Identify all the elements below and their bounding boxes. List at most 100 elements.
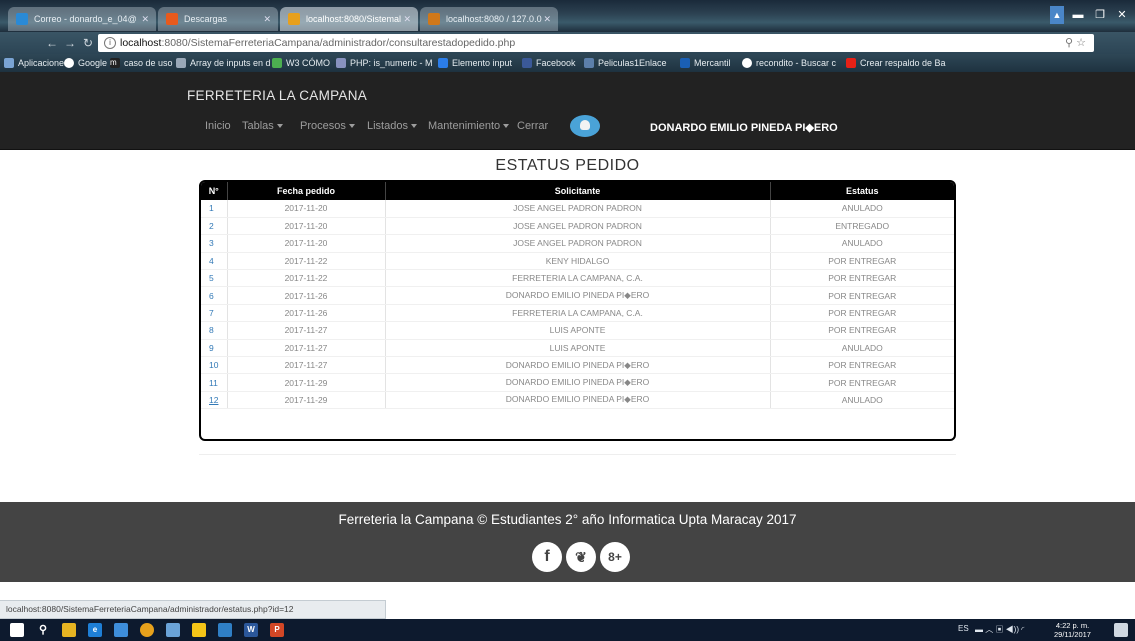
- minimize-button[interactable]: ▬: [1068, 6, 1088, 24]
- windows-start-icon[interactable]: [10, 623, 24, 637]
- caret-down-icon: [503, 124, 510, 129]
- menu-cerrar[interactable]: Cerrar: [517, 120, 548, 132]
- back-icon[interactable]: ←: [44, 35, 60, 51]
- estatus-cell: ANULADO: [769, 234, 954, 253]
- movie-icon: [584, 58, 594, 68]
- bookmark-aplicaciones[interactable]: Aplicaciones: [4, 57, 69, 69]
- menu-inicio[interactable]: Inicio: [205, 120, 231, 132]
- menu-tablas[interactable]: Tablas: [242, 120, 283, 132]
- page-favicon-icon: [288, 13, 300, 25]
- estatus-cell: ANULADO: [769, 391, 954, 410]
- bookmark-elemento-input[interactable]: Elemento input: [438, 57, 512, 69]
- column-header-solicitante: Solicitante: [384, 182, 770, 200]
- fecha-cell: 2017-11-27: [226, 356, 385, 375]
- bookmark-mercantil[interactable]: Mercantil: [680, 57, 731, 69]
- row-number-link[interactable]: 2: [209, 221, 214, 231]
- windows-taskbar: ⚲ e W P ES ▬ ︿ ▣ ◀)) ◜ 4:22 p. m. 29/11/…: [0, 619, 1135, 641]
- bookmark-google[interactable]: Google: [64, 57, 107, 69]
- window-icon[interactable]: [218, 623, 232, 637]
- powerpoint-icon[interactable]: P: [270, 623, 284, 637]
- browser-tab-phpmyadmin[interactable]: localhost:8080 / 127.0.0 ✕: [420, 7, 558, 31]
- bookmark-caso-de-uso[interactable]: m caso de uso: [110, 57, 173, 69]
- row-number-link[interactable]: 1: [209, 203, 214, 213]
- bookmark-crear-respaldo[interactable]: Crear respaldo de Ba: [846, 57, 946, 69]
- estatus-cell: POR ENTREGAR: [769, 286, 954, 305]
- bookmark-label: Crear respaldo de Ba: [860, 58, 946, 68]
- twitter-icon[interactable]: ❦: [566, 542, 596, 572]
- system-tray-icons[interactable]: ▬ ︿ ▣ ◀)) ◜: [975, 624, 1024, 635]
- browser-tab-descargas[interactable]: Descargas ✕: [158, 7, 278, 31]
- column-header-estatus: Estatus: [769, 182, 954, 200]
- user-profile-icon[interactable]: ▲: [1050, 6, 1064, 24]
- table-row: 10 2017-11-27 DONARDO EMILIO PINEDA PI◆ERO…: [201, 356, 954, 375]
- bookmark-facebook[interactable]: Facebook: [522, 57, 576, 69]
- table-row: 8 2017-11-27 LUIS APONTE POR ENTREGAR: [201, 321, 954, 340]
- facebook-icon[interactable]: f: [532, 542, 562, 572]
- row-number-link[interactable]: 3: [209, 238, 214, 248]
- menu-procesos[interactable]: Procesos: [300, 120, 355, 132]
- row-number-link[interactable]: 6: [209, 291, 214, 301]
- row-number-link[interactable]: 8: [209, 325, 214, 335]
- info-icon[interactable]: i: [104, 37, 116, 49]
- bookmark-peliculas[interactable]: Peliculas1Enlace: [584, 57, 667, 69]
- phpmyadmin-icon: [428, 13, 440, 25]
- row-number-link[interactable]: 10: [209, 360, 218, 370]
- store-icon[interactable]: [62, 623, 76, 637]
- reload-icon[interactable]: ↻: [80, 35, 96, 51]
- maximize-button[interactable]: ❐: [1090, 6, 1110, 24]
- browser-tab-correo[interactable]: Correo - donardo_e_04@ ✕: [8, 7, 156, 31]
- row-number-link[interactable]: 9: [209, 343, 214, 353]
- chrome-icon[interactable]: [140, 623, 154, 637]
- solicitante-cell: LUIS APONTE: [384, 339, 770, 358]
- edge-icon[interactable]: e: [88, 623, 102, 637]
- row-number-link[interactable]: 12: [209, 395, 218, 405]
- zoom-icon[interactable]: ⚲: [1065, 37, 1073, 49]
- clock-time: 4:22 p. m.: [1055, 621, 1090, 630]
- solicitante-cell: JOSE ANGEL PADRON PADRON: [384, 234, 770, 253]
- address-bar[interactable]: i localhost:8080/SistemaFerreteriaCampan…: [98, 34, 1094, 52]
- close-window-button[interactable]: ✕: [1112, 6, 1132, 24]
- close-icon[interactable]: ✕: [141, 7, 149, 31]
- close-icon[interactable]: ✕: [403, 7, 411, 31]
- search-icon[interactable]: ⚲: [36, 623, 50, 637]
- row-number-link[interactable]: 7: [209, 308, 214, 318]
- solicitante-cell: KENY HIDALGO: [384, 252, 770, 271]
- file-explorer-icon[interactable]: [114, 623, 128, 637]
- clock-date: 29/11/2017: [1054, 630, 1091, 639]
- youtube-icon: [846, 58, 856, 68]
- word-icon[interactable]: W: [244, 623, 258, 637]
- bookmark-label: caso de uso: [124, 58, 173, 68]
- browser-tab-sistema[interactable]: localhost:8080/Sistemal ✕: [280, 7, 418, 31]
- bookmark-label: Aplicaciones: [18, 58, 69, 68]
- row-number-cell: 5: [201, 269, 227, 288]
- bookmark-recondito[interactable]: recondito - Buscar c: [742, 57, 836, 69]
- estatus-cell: ANULADO: [769, 200, 954, 218]
- bookmark-w3-como[interactable]: W3 CÓMO: [272, 57, 330, 69]
- facebook-icon: [522, 58, 532, 68]
- row-number-cell: 3: [201, 234, 227, 253]
- bookmark-array-inputs[interactable]: Array de inputs en d: [176, 57, 271, 69]
- bookmark-php-is-numeric[interactable]: PHP: is_numeric - M: [336, 57, 433, 69]
- close-icon[interactable]: ✕: [543, 7, 551, 31]
- row-number-link[interactable]: 5: [209, 273, 214, 283]
- google-plus-icon[interactable]: 8+: [600, 542, 630, 572]
- table-row: 3 2017-11-20 JOSE ANGEL PADRON PADRON ANULA…: [201, 234, 954, 253]
- row-number-cell: 12: [201, 391, 227, 410]
- forward-icon[interactable]: →: [62, 35, 78, 51]
- menu-mantenimiento[interactable]: Mantenimiento: [428, 120, 510, 132]
- notifications-icon[interactable]: [1114, 623, 1128, 637]
- menu-listados[interactable]: Listados: [367, 120, 417, 132]
- app-icon[interactable]: [166, 623, 180, 637]
- row-number-link[interactable]: 4: [209, 256, 214, 266]
- site-brand[interactable]: FERRETERIA LA CAMPANA: [187, 88, 367, 103]
- close-icon[interactable]: ✕: [263, 7, 271, 31]
- fecha-cell: 2017-11-29: [226, 373, 385, 392]
- sublime-icon[interactable]: [192, 623, 206, 637]
- bookmark-label: Peliculas1Enlace: [598, 58, 667, 68]
- table-row: 7 2017-11-26 FERRETERIA LA CAMPANA, C.A. PO…: [201, 304, 954, 323]
- bookmark-star-icon[interactable]: ☆: [1076, 37, 1086, 49]
- language-indicator[interactable]: ES: [958, 624, 969, 633]
- row-number-link[interactable]: 11: [209, 378, 218, 388]
- apps-grid-icon: [4, 58, 14, 68]
- system-clock[interactable]: 4:22 p. m. 29/11/2017: [1054, 621, 1091, 639]
